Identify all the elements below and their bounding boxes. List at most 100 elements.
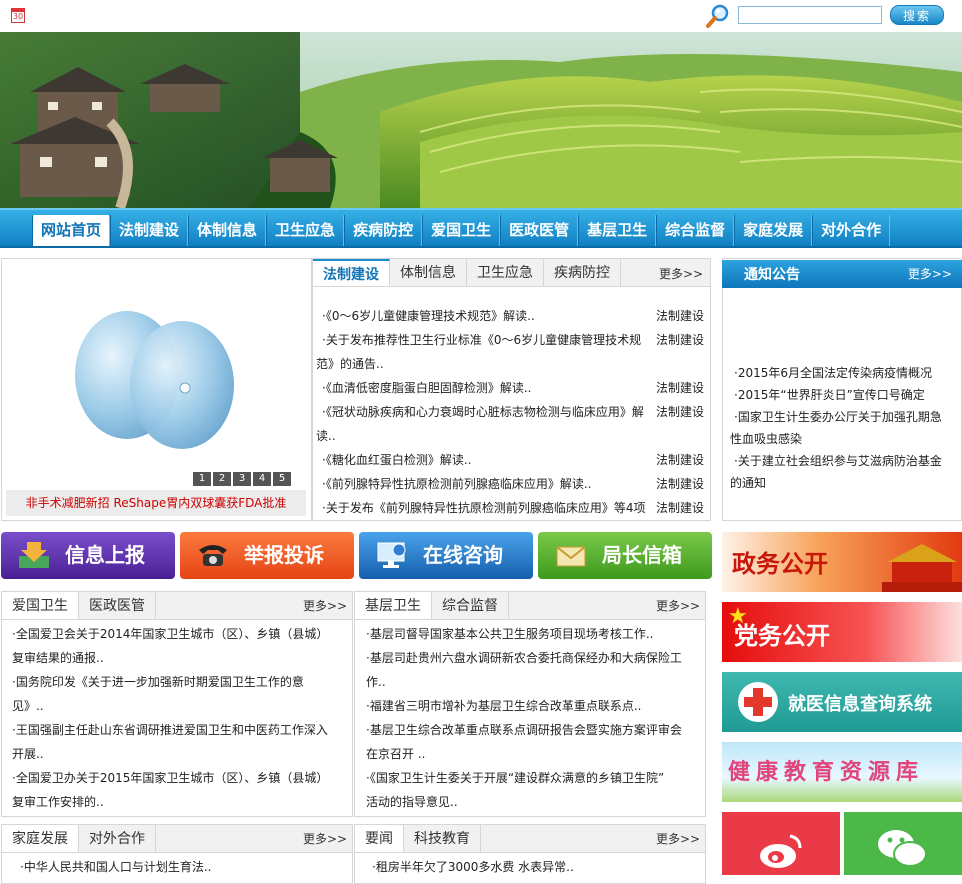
nav-item-system-info[interactable]: 体制信息 <box>188 215 267 246</box>
mailbox-button-label: 局长信箱 <box>602 543 682 567</box>
slider-page-3[interactable]: 3 <box>233 472 251 486</box>
notice-header: 通知公告 更多>> <box>722 260 962 288</box>
tab-science-education[interactable]: 科技教育 <box>404 825 481 852</box>
list-item-continuation: 在京召开 .. <box>366 747 426 761</box>
complaint-button[interactable]: 举报投诉 <box>180 532 354 579</box>
download-tray-icon <box>19 542 49 568</box>
report-button[interactable]: 信息上报 <box>1 532 175 579</box>
nav-item-disease-control[interactable]: 疾病防控 <box>344 215 423 246</box>
list-item[interactable]: ·全国爱卫办关于2015年国家卫生城市（区）、乡镇（县城） <box>6 766 346 790</box>
tab-medical-admin[interactable]: 医政医管 <box>79 592 156 619</box>
nav-item-foreign[interactable]: 对外合作 <box>812 215 891 246</box>
list-item[interactable]: ·《0～6岁儿童健康管理技术规范》解读.. 法制建设 <box>316 304 704 328</box>
list-item[interactable]: ·《糖化血红蛋白检测》解读.. 法制建设 <box>316 448 704 472</box>
list-item[interactable]: ·《国家卫生计生委关于开展“建设群众满意的乡镇卫生院” <box>360 766 700 790</box>
list-item-continuation: 开展.. <box>12 747 44 761</box>
news-tabs: 法制建设 体制信息 卫生应急 疾病防控 <box>313 259 710 287</box>
news-item-category[interactable]: 法制建设 <box>656 304 704 328</box>
banner-image <box>0 32 962 208</box>
search-button[interactable]: 搜索 <box>890 5 944 25</box>
tab-system-info[interactable]: 体制信息 <box>390 259 467 286</box>
tab-legal[interactable]: 法制建设 <box>313 259 390 286</box>
list-item-continuation: 作.. <box>366 675 386 689</box>
list-item[interactable]: ·2015年“世界肝炎日”宣传口号确定 <box>728 384 958 406</box>
list-item[interactable]: ·王国强副主任赴山东省调研推进爱国卫生和中医药工作深入 <box>6 718 346 742</box>
list-item[interactable]: ·基层司赴贵州六盘水调研新农合委托商保经办和大病保险工 <box>360 646 700 670</box>
notice-more-link[interactable]: 更多>> <box>908 265 952 282</box>
list-item[interactable]: ·关于建立社会组织参与艾滋病防治基金 <box>728 450 958 472</box>
headlines-more-link[interactable]: 更多>> <box>656 830 700 847</box>
list-item[interactable]: ·《血清低密度脂蛋白胆固醇检测》解读.. 法制建设 <box>316 376 704 400</box>
list-item[interactable]: ·《前列腺特异性抗原检测前列腺癌临床应用》解读.. 法制建设 <box>316 472 704 496</box>
tab-headlines[interactable]: 要闻 <box>355 825 404 852</box>
nav-item-legal[interactable]: 法制建设 <box>110 215 189 246</box>
list-item[interactable]: ·国家卫生计生委办公厅关于加强孔期急 <box>728 406 958 428</box>
list-item[interactable]: ·基层卫生综合改革重点联系点调研报告会暨实施方案评审会 <box>360 718 700 742</box>
tab-grassroots[interactable]: 基层卫生 <box>355 592 432 619</box>
list-item[interactable]: ·2015年6月全国法定传染病疫情概况 <box>728 362 958 384</box>
news-item-category[interactable]: 法制建设 <box>656 328 704 352</box>
nav-item-supervision[interactable]: 综合监督 <box>656 215 735 246</box>
news-item-text: ·《前列腺特异性抗原检测前列腺癌临床应用》解读.. <box>322 477 592 491</box>
news-item-category[interactable]: 法制建设 <box>656 376 704 400</box>
notice-list: ·2015年6月全国法定传染病疫情概况 ·2015年“世界肝炎日”宣传口号确定 … <box>728 362 958 494</box>
calendar-icon[interactable]: 30 <box>11 8 25 23</box>
tab-foreign[interactable]: 对外合作 <box>79 825 156 852</box>
consult-button[interactable]: 在线咨询 <box>359 532 533 579</box>
nav-item-medical-admin[interactable]: 医政医管 <box>500 215 579 246</box>
party-affairs-banner[interactable]: ★ 党务公开 <box>722 602 962 662</box>
government-affairs-banner[interactable]: 政务公开 <box>722 532 962 592</box>
weibo-button[interactable] <box>722 812 840 875</box>
news-item-category[interactable]: 法制建设 <box>656 448 704 472</box>
tab-emergency[interactable]: 卫生应急 <box>467 259 544 286</box>
list-item[interactable]: ·关于发布推荐性卫生行业标准《0～6岁儿童健康管理技术规 法制建设 <box>316 328 704 352</box>
patriotic-health-more-link[interactable]: 更多>> <box>303 597 347 614</box>
news-item-text: ·关于发布《前列腺特异性抗原检测前列腺癌临床应用》等4项 <box>322 501 646 515</box>
tiananmen-icon <box>882 544 962 592</box>
list-item[interactable]: ·关于发布《前列腺特异性抗原检测前列腺癌临床应用》等4项 法制建设 <box>316 496 704 520</box>
headlines-tabs: 要闻 科技教育 <box>355 825 705 853</box>
tab-disease-control[interactable]: 疾病防控 <box>544 259 621 286</box>
news-item-text: ·《0～6岁儿童健康管理技术规范》解读.. <box>322 309 535 323</box>
news-item-category[interactable]: 法制建设 <box>656 400 704 424</box>
tab-patriotic-health[interactable]: 爱国卫生 <box>2 592 79 619</box>
list-item[interactable]: ·全国爱卫会关于2014年国家卫生城市（区）、乡镇（县城） <box>6 622 346 646</box>
list-item[interactable]: ·《冠状动脉疾病和心力衰竭时心脏标志物检测与临床应用》解 法制建设 <box>316 400 704 424</box>
list-item[interactable]: ·福建省三明市增补为基层卫生综合改革重点联系点.. <box>360 694 700 718</box>
nav-item-grassroots[interactable]: 基层卫生 <box>578 215 657 246</box>
list-item[interactable]: ·租房半年欠了3000多水费 水表异常.. <box>366 855 696 879</box>
grassroots-tabs: 基层卫生 综合监督 <box>355 592 705 620</box>
party-affairs-label: 党务公开 <box>734 622 830 650</box>
telephone-icon <box>199 545 227 566</box>
tab-family[interactable]: 家庭发展 <box>2 825 79 852</box>
search-icon[interactable] <box>706 4 730 28</box>
nav-item-home[interactable]: 网站首页 <box>32 215 111 246</box>
news-item-category[interactable]: 法制建设 <box>656 472 704 496</box>
nav-item-emergency[interactable]: 卫生应急 <box>266 215 345 246</box>
slider-caption[interactable]: 非手术减肥新招 ReShape胃内双球囊获FDA批准 <box>6 490 306 516</box>
slider-page-1[interactable]: 1 <box>193 472 211 486</box>
list-item[interactable]: ·基层司督导国家基本公共卫生服务项目现场考核工作.. <box>360 622 700 646</box>
slider-page-5[interactable]: 5 <box>273 472 291 486</box>
list-item[interactable]: ·国务院印发《关于进一步加强新时期爱国卫生工作的意 <box>6 670 346 694</box>
tab-supervision[interactable]: 综合监督 <box>432 592 509 619</box>
news-item-text: ·《糖化血红蛋白检测》解读.. <box>322 453 472 467</box>
search-input[interactable] <box>738 6 882 24</box>
list-item-continuation: 复审结果的通报.. <box>12 651 104 665</box>
report-button-label: 信息上报 <box>65 543 145 567</box>
medical-info-query-banner[interactable]: 就医信息查询系统 <box>722 672 962 732</box>
news-item-text: ·关于发布推荐性卫生行业标准《0～6岁儿童健康管理技术规 <box>322 333 642 347</box>
grassroots-more-link[interactable]: 更多>> <box>656 597 700 614</box>
mailbox-button[interactable]: 局长信箱 <box>538 532 712 579</box>
slider-page-2[interactable]: 2 <box>213 472 231 486</box>
list-item[interactable]: ·中华人民共和国人口与计划生育法.. <box>14 855 344 879</box>
wechat-button[interactable] <box>844 812 962 875</box>
health-education-banner[interactable]: 健康教育资源库 <box>722 742 962 802</box>
nav-item-patriotic-health[interactable]: 爱国卫生 <box>422 215 501 246</box>
news-item-category[interactable]: 法制建设 <box>656 496 704 520</box>
slider-page-4[interactable]: 4 <box>253 472 271 486</box>
list-item-continuation: 见》.. <box>12 699 44 713</box>
family-more-link[interactable]: 更多>> <box>303 830 347 847</box>
nav-item-family[interactable]: 家庭发展 <box>734 215 813 246</box>
news-more-link[interactable]: 更多>> <box>659 265 703 282</box>
